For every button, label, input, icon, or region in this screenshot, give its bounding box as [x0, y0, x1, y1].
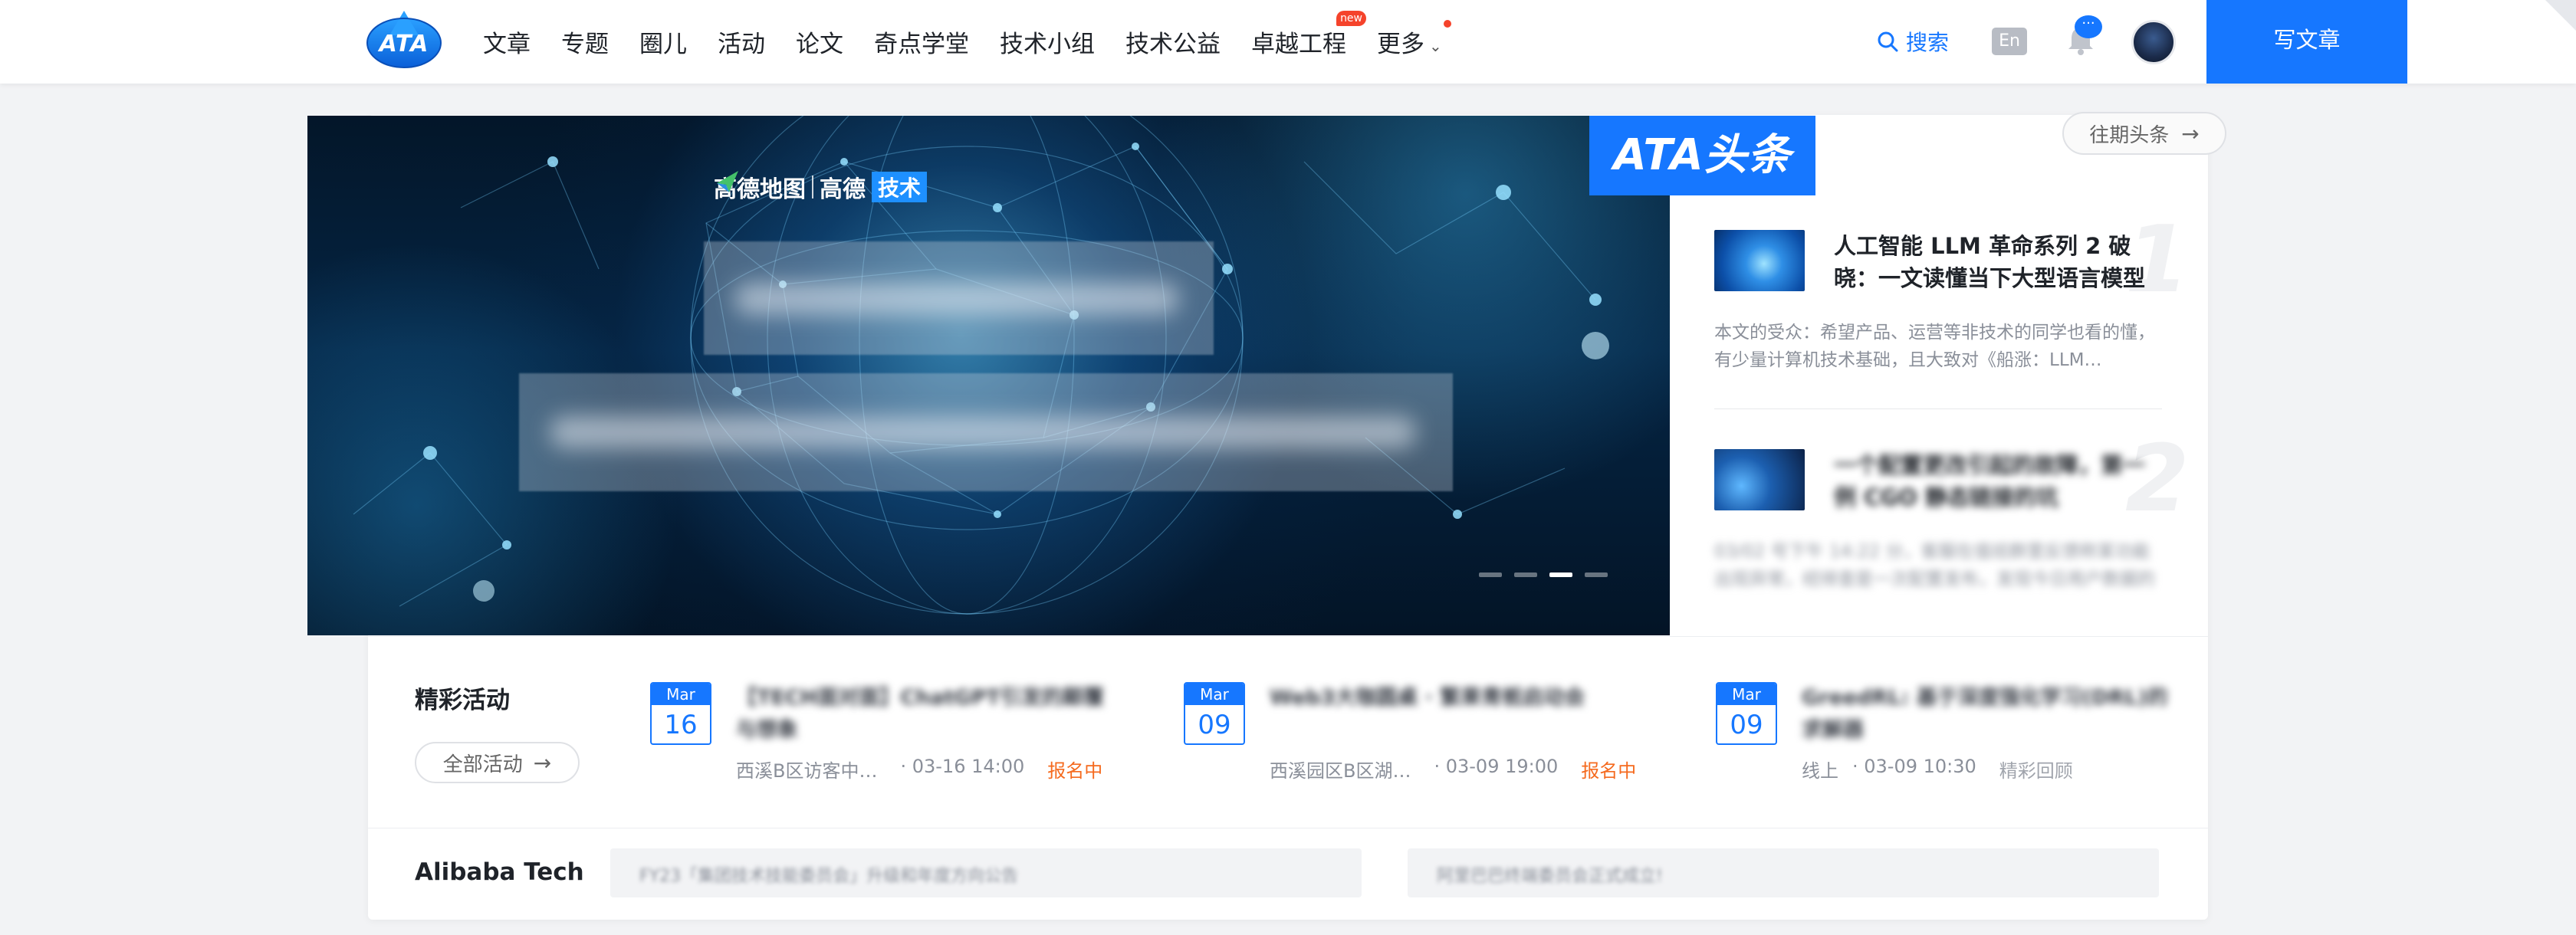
search-button[interactable]: 搜索	[1877, 26, 1949, 57]
language-toggle-button[interactable]: En	[1992, 28, 2027, 55]
alibaba-tech-title: Alibaba Tech	[415, 858, 584, 886]
event-day: 09	[1198, 710, 1231, 740]
nav-item-excellent-engineering[interactable]: 卓越工程 new	[1251, 11, 1366, 59]
headline-thumbnail	[1714, 449, 1805, 510]
nav-item-circles[interactable]: 圈儿	[639, 25, 687, 59]
carousel-dot[interactable]	[1585, 572, 1608, 577]
event-time: · 03-09 19:00	[1434, 756, 1559, 777]
chevron-down-icon: ⌄	[1429, 36, 1442, 55]
message-count-badge: ···	[2075, 15, 2102, 38]
carousel-dot-active[interactable]	[1549, 572, 1572, 577]
event-location: 西溪B区访客中…	[736, 760, 878, 782]
banner-brand-divider	[812, 176, 813, 198]
event-time: · 03-09 10:30	[1852, 756, 1976, 777]
event-item[interactable]: Mar 09 GreedRL: 基于深度强化学习(DRL)的求解器 线上 · 0…	[1716, 682, 2191, 805]
ata-headlines-badge: ATA头条	[1589, 116, 1815, 195]
write-article-button[interactable]: 写文章	[2206, 0, 2407, 84]
nav-item-tech-groups[interactable]: 技术小组	[1000, 25, 1095, 59]
nav-item-more[interactable]: 更多 ⌄	[1377, 20, 1451, 59]
nav-item-topics[interactable]: 专题	[561, 25, 609, 59]
past-headlines-label: 往期头条	[2089, 123, 2170, 147]
event-location: 西溪园区B区湖…	[1270, 760, 1411, 782]
headline-item[interactable]: 2 一个配置更改引起的故障，第一例 CGO 静态链接的坑 03/02 号下午 1…	[1714, 434, 2190, 602]
nav-item-singularity-school[interactable]: 奇点学堂	[874, 25, 969, 59]
arrow-right-icon: →	[533, 750, 552, 776]
calendar-icon: Mar 16	[650, 682, 711, 745]
banner-brand-logo: 高德地图 高德 技术	[714, 168, 928, 206]
headline-banner-carousel[interactable]: 高德地图 高德 技术	[307, 116, 1670, 635]
event-day: 09	[1730, 710, 1763, 740]
page-corner-fold-icon	[2545, 0, 2576, 31]
event-day: 16	[664, 710, 698, 740]
events-section-title: 精彩活动	[415, 687, 510, 714]
event-location: 线上	[1802, 760, 1838, 782]
banner-brand-mid: 高德	[820, 176, 866, 203]
search-label: 搜索	[1906, 30, 1950, 55]
all-events-label: 全部活动	[442, 753, 523, 776]
section-divider	[368, 636, 2208, 637]
event-title[interactable]: 【TECH面对面】ChatGPT引发的颠覆与想象	[736, 682, 1104, 746]
nav-item-excellent-engineering-label: 卓越工程	[1251, 31, 1346, 58]
calendar-icon: Mar 09	[1184, 682, 1245, 745]
notification-dot	[1443, 20, 1451, 28]
banner-title-line-2	[519, 373, 1453, 491]
event-title[interactable]: GreedRL: 基于深度强化学习(DRL)的求解器	[1802, 682, 2170, 746]
headline-title[interactable]: 人工智能 LLM 革命系列 2 破晓：一文读懂当下大型语言模型发展…	[1834, 230, 2164, 294]
headline-title[interactable]: 一个配置更改引起的故障，第一例 CGO 静态链接的坑	[1834, 449, 2164, 513]
nav-item-tech-charity[interactable]: 技术公益	[1125, 25, 1221, 59]
carousel-dot[interactable]	[1479, 572, 1502, 577]
event-item[interactable]: Mar 16 【TECH面对面】ChatGPT引发的颠覆与想象 西溪B区访客中……	[650, 682, 1125, 805]
banner-title-line-1	[704, 241, 1214, 355]
nav-item-articles[interactable]: 文章	[483, 25, 531, 59]
event-meta: 线上 · 03-09 10:30 精彩回顾	[1802, 756, 2073, 782]
event-meta: 西溪园区B区湖… · 03-09 19:00 报名中	[1270, 756, 1636, 782]
ata-logo[interactable]: ATA	[365, 8, 443, 69]
headline-description: 本文的受众：希望产品、运营等非技术的同学也看的懂，有少量计算机技术基础，且大致对…	[1714, 323, 2155, 370]
search-icon	[1878, 31, 1898, 52]
headline-description: 03/02 号下午 14:22 分，客服在值班群里反馈称某功能出现异常，经排查是…	[1714, 542, 2155, 589]
event-item[interactable]: Mar 09 Web3大咖圆桌 · 繁果青栀启动会 西溪园区B区湖… · 03-…	[1184, 682, 1659, 805]
event-month: Mar	[1185, 684, 1244, 705]
alibaba-tech-news-item[interactable]: FY23「集团技术技能委员会」升级和年度方向公告	[610, 848, 1362, 897]
event-title[interactable]: Web3大咖圆桌 · 繁果青栀启动会	[1270, 682, 1638, 746]
event-time: · 03-16 14:00	[900, 756, 1025, 777]
event-month: Mar	[1717, 684, 1776, 705]
carousel-indicator	[1479, 572, 1608, 577]
calendar-icon: Mar 09	[1716, 682, 1777, 745]
top-nav-bar: ATA 文章 专题 圈儿 活动 论文 奇点学堂 技术小组 技术公益 卓越工程 n…	[0, 0, 2576, 84]
all-events-button[interactable]: 全部活动 →	[415, 742, 580, 783]
headline-item[interactable]: 1 人工智能 LLM 革命系列 2 破晓：一文读懂当下大型语言模型发展… 本文的…	[1714, 215, 2190, 383]
carousel-dot[interactable]	[1514, 572, 1537, 577]
nav-item-more-label: 更多	[1377, 31, 1424, 58]
past-headlines-button[interactable]: 往期头条 →	[2062, 112, 2226, 155]
event-status: 报名中	[1047, 760, 1103, 782]
event-status: 报名中	[1581, 760, 1637, 782]
alibaba-tech-news-text: 阿里巴巴终端委员会正式成立!	[1437, 867, 1663, 886]
amap-logo-icon	[717, 171, 738, 192]
headline-thumbnail	[1714, 230, 1805, 291]
alibaba-tech-news-item[interactable]: 阿里巴巴终端委员会正式成立!	[1408, 848, 2159, 897]
nav-item-papers[interactable]: 论文	[796, 25, 843, 59]
nav-item-events[interactable]: 活动	[718, 25, 765, 59]
arrow-right-icon: →	[2181, 120, 2200, 146]
headline-divider	[1714, 408, 2162, 409]
alibaba-tech-news-text: FY23「集团技术技能委员会」升级和年度方向公告	[639, 867, 1019, 886]
event-meta: 西溪B区访客中… · 03-16 14:00 报名中	[736, 756, 1102, 782]
main-nav: 文章 专题 圈儿 活动 论文 奇点学堂 技术小组 技术公益 卓越工程 new 更…	[483, 0, 1451, 84]
logo-text: ATA	[379, 31, 429, 57]
new-badge: new	[1336, 11, 1366, 26]
user-avatar[interactable]	[2131, 20, 2176, 64]
banner-brand-tag: 技术	[872, 172, 928, 202]
event-status: 精彩回顾	[1999, 760, 2073, 782]
event-month: Mar	[652, 684, 710, 705]
